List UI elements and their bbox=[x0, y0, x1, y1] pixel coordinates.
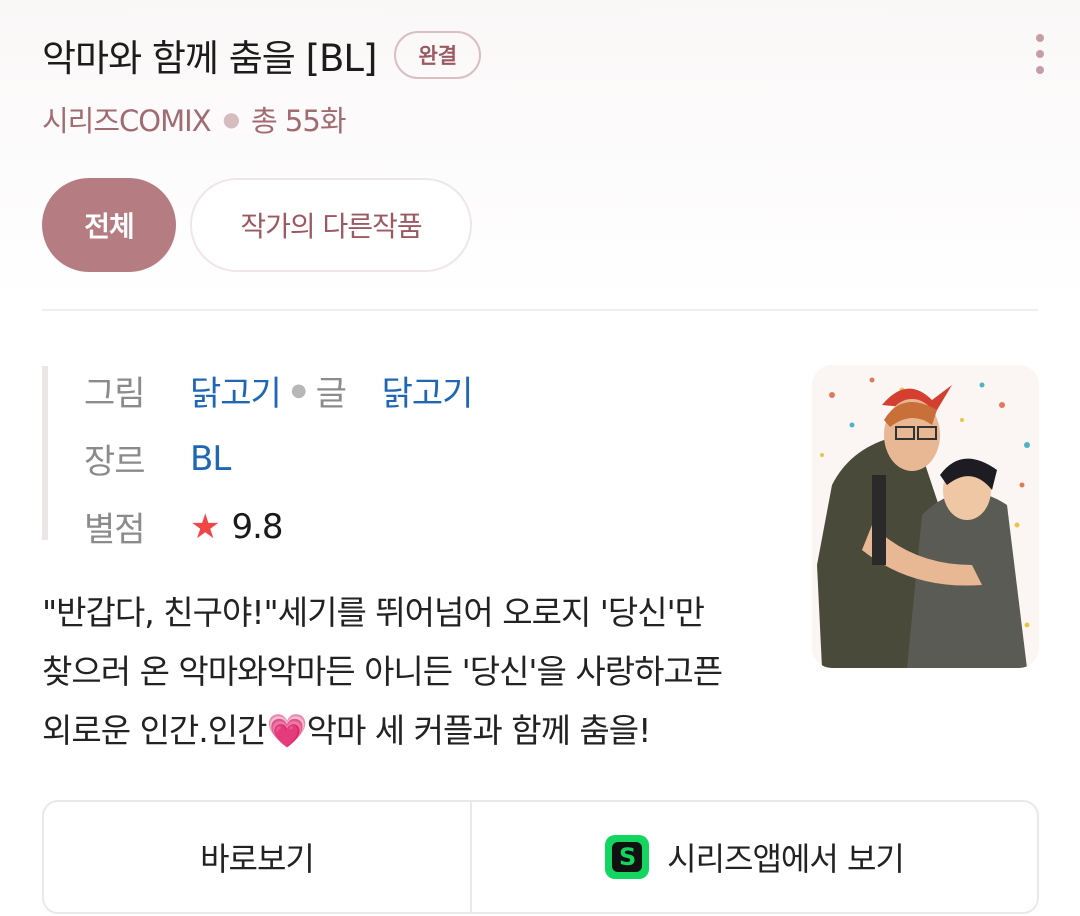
work-info: 그림 닭고기 ● 글 닭고기 장르 BL 별점 ★ 9.8 bbox=[42, 366, 788, 550]
series-app-icon: S bbox=[605, 835, 650, 879]
action-bar: 바로보기 S 시리즈앱에서 보기 bbox=[42, 800, 1039, 914]
publisher-label: 시리즈COMIX bbox=[42, 104, 212, 138]
series-meta: 시리즈COMIX ● 총 55화 bbox=[42, 98, 347, 140]
title-row: 악마와 함께 춤을 [BL] 완결 bbox=[42, 28, 482, 82]
cover-image[interactable] bbox=[812, 365, 1039, 668]
description-line: 찾으러 온 악마와악마든 아니든 '당신'을 사랑하고픈 bbox=[42, 652, 723, 691]
tab-bar: 전체 작가의 다른작품 bbox=[42, 178, 472, 272]
divider bbox=[42, 309, 1038, 311]
more-menu-icon[interactable] bbox=[1036, 34, 1044, 74]
page-title: 악마와 함께 춤을 [BL] bbox=[42, 37, 377, 80]
description-line: "반갑다, 친구야!"세기를 뛰어넘어 오로지 '당신'만 bbox=[42, 593, 705, 632]
view-now-label: 바로보기 bbox=[200, 840, 315, 878]
description-line: 외로운 인간.인간💗악마 세 커플과 함께 춤을! bbox=[42, 711, 651, 750]
credit-separator: ● bbox=[290, 380, 307, 401]
rating-value: 9.8 bbox=[231, 506, 283, 547]
view-now-button[interactable]: 바로보기 bbox=[44, 802, 472, 912]
description: "반갑다, 친구야!"세기를 뛰어넘어 오로지 '당신'만 찾으러 온 악마와악… bbox=[42, 583, 782, 760]
illustrator-link[interactable]: 닭고기 bbox=[190, 366, 282, 415]
writer-link[interactable]: 닭고기 bbox=[382, 366, 474, 415]
info-row-credits: 그림 닭고기 ● 글 닭고기 bbox=[84, 366, 474, 415]
episode-count: 총 55화 bbox=[251, 104, 346, 138]
meta-separator: ● bbox=[222, 107, 240, 131]
writer-label: 글 bbox=[315, 374, 347, 414]
tab-other-works[interactable]: 작가의 다른작품 bbox=[190, 178, 472, 272]
series-app-button[interactable]: S 시리즈앱에서 보기 bbox=[472, 802, 1037, 912]
cover-illustration bbox=[812, 365, 1039, 668]
info-row-rating: 별점 ★ 9.8 bbox=[84, 502, 284, 551]
genre-label: 장르 bbox=[84, 442, 146, 482]
tab-all[interactable]: 전체 bbox=[42, 178, 176, 272]
status-badge: 완결 bbox=[394, 31, 482, 79]
genre-link[interactable]: BL bbox=[190, 439, 231, 479]
rating-label: 별점 bbox=[84, 510, 146, 550]
info-row-genre: 장르 BL bbox=[84, 434, 231, 483]
star-icon: ★ bbox=[190, 506, 221, 547]
series-app-label: 시리즈앱에서 보기 bbox=[667, 840, 905, 878]
illustration-label: 그림 bbox=[84, 374, 146, 414]
